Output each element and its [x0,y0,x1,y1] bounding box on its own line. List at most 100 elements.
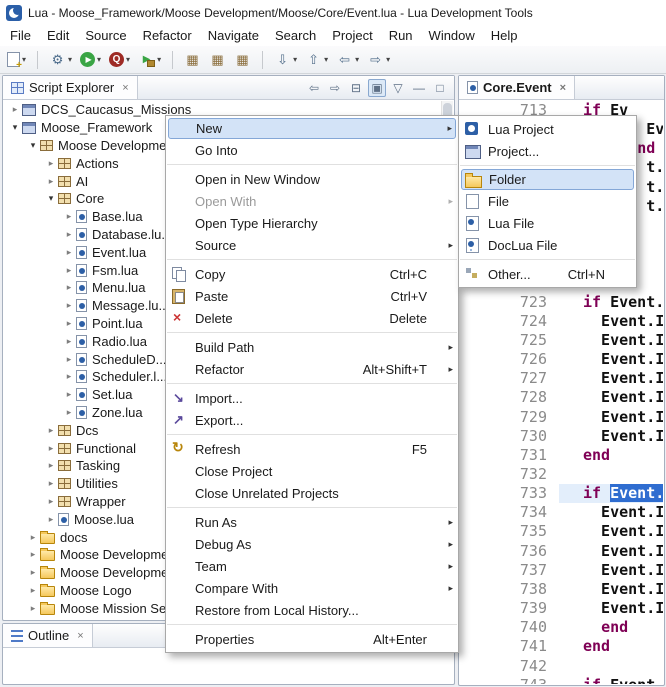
menu-item-open-in-new-window[interactable]: Open in New Window [166,168,458,190]
line-number[interactable]: 743 [460,676,559,684]
link-with-editor-icon[interactable]: ▣ [368,79,386,97]
back-icon[interactable]: ⇦ [305,79,323,97]
expanded-arrow-icon[interactable]: ▾ [44,193,58,204]
menubar-search[interactable]: Search [267,26,324,45]
previous-annotation-button[interactable]: ▾ [302,49,331,71]
menu-item-refactor[interactable]: RefactorAlt+Shift+T▸ [166,358,458,380]
line-number[interactable]: 741 [460,637,559,656]
collapsed-arrow-icon[interactable]: ▸ [44,176,58,187]
collapsed-arrow-icon[interactable]: ▸ [44,496,58,507]
forward-button[interactable]: ▾ [364,49,393,71]
expanded-arrow-icon[interactable]: ▾ [26,140,40,151]
submenu-item-project[interactable]: Project... [459,140,636,162]
editor-line[interactable]: Event.I [559,350,663,369]
close-icon[interactable]: × [77,630,83,642]
menubar-navigate[interactable]: Navigate [200,26,267,45]
editor-line[interactable]: Event.I [559,503,663,522]
coverage-dropdown-icon[interactable]: ▾ [126,55,130,64]
menu-item-close-project[interactable]: Close Project [166,460,458,482]
menu-item-import[interactable]: Import... [166,387,458,409]
menubar-edit[interactable]: Edit [39,26,77,45]
editor-line[interactable]: if Event. [559,484,663,503]
close-icon[interactable]: × [122,82,128,94]
menubar-window[interactable]: Window [421,26,483,45]
tab-core-event[interactable]: Core.Event × [459,76,575,99]
menu-item-restore-from-local-history[interactable]: Restore from Local History... [166,599,458,621]
menu-item-copy[interactable]: CopyCtrl+C [166,263,458,285]
collapsed-arrow-icon[interactable]: ▸ [62,407,76,418]
editor-line[interactable]: Event.I [559,427,663,446]
line-number[interactable]: 734 [460,503,559,522]
debug-button[interactable]: ▾ [46,49,75,71]
line-number[interactable]: 733 [460,484,559,503]
menu-item-team[interactable]: Team▸ [166,555,458,577]
line-number[interactable]: 728 [460,388,559,407]
editor-line[interactable]: if Event. [559,293,663,312]
submenu-item-doclua-file[interactable]: DocLua File [459,234,636,256]
menubar-refactor[interactable]: Refactor [135,26,200,45]
line-number[interactable]: 731 [460,446,559,465]
line-number[interactable]: 732 [460,465,559,484]
menubar-project[interactable]: Project [324,26,380,45]
collapsed-arrow-icon[interactable]: ▸ [62,211,76,222]
line-number[interactable]: 727 [460,369,559,388]
tab-outline[interactable]: Outline × [3,624,93,647]
collapsed-arrow-icon[interactable]: ▸ [62,389,76,400]
menu-item-run-as[interactable]: Run As▸ [166,511,458,533]
line-number[interactable]: 737 [460,561,559,580]
menu-item-close-unrelated-projects[interactable]: Close Unrelated Projects [166,482,458,504]
previous-annotation-dropdown-icon[interactable]: ▾ [324,55,328,64]
editor-line[interactable]: Event.I [559,542,663,561]
menu-item-delete[interactable]: DeleteDelete [166,307,458,329]
line-number[interactable]: 729 [460,408,559,427]
editor-line[interactable]: Event.I [559,599,663,618]
editor-line[interactable]: end [559,637,663,656]
menubar-source[interactable]: Source [77,26,134,45]
collapsed-arrow-icon[interactable]: ▸ [26,585,40,596]
editor-line[interactable]: Event.I [559,561,663,580]
line-number[interactable]: 735 [460,522,559,541]
collapsed-arrow-icon[interactable]: ▸ [26,549,40,560]
back-button[interactable]: ▾ [333,49,362,71]
line-number[interactable]: 723 [460,293,559,312]
editor-line[interactable]: Event.I [559,522,663,541]
back-dropdown-icon[interactable]: ▾ [355,55,359,64]
table-view-1-button[interactable] [181,49,204,71]
editor-line[interactable] [559,465,663,484]
maximize-icon[interactable]: □ [431,79,449,97]
collapsed-arrow-icon[interactable]: ▸ [62,282,76,293]
collapsed-arrow-icon[interactable]: ▸ [62,265,76,276]
menubar-help[interactable]: Help [483,26,526,45]
run-dropdown-icon[interactable]: ▾ [97,55,101,64]
editor-line[interactable]: if Event.ta [559,676,663,684]
line-number[interactable]: 740 [460,618,559,637]
editor-line[interactable] [559,657,663,676]
collapsed-arrow-icon[interactable]: ▸ [44,443,58,454]
menu-item-paste[interactable]: PasteCtrl+V [166,285,458,307]
submenu-item-other[interactable]: Other...Ctrl+N [459,263,636,285]
menu-item-build-path[interactable]: Build Path▸ [166,336,458,358]
editor-line[interactable]: end [559,446,663,465]
collapsed-arrow-icon[interactable]: ▸ [62,247,76,258]
line-number[interactable]: 742 [460,657,559,676]
collapsed-arrow-icon[interactable]: ▸ [62,336,76,347]
minimize-icon[interactable]: — [410,79,428,97]
next-annotation-button[interactable]: ▾ [271,49,300,71]
collapsed-arrow-icon[interactable]: ▸ [62,318,76,329]
collapsed-arrow-icon[interactable]: ▸ [26,603,40,614]
line-number[interactable]: 738 [460,580,559,599]
collapsed-arrow-icon[interactable]: ▸ [44,478,58,489]
collapsed-arrow-icon[interactable]: ▸ [62,300,76,311]
table-view-3-button[interactable] [231,49,254,71]
collapsed-arrow-icon[interactable]: ▸ [44,425,58,436]
view-menu-icon[interactable]: ▽ [389,79,407,97]
tab-script-explorer[interactable]: Script Explorer × [3,76,138,99]
collapsed-arrow-icon[interactable]: ▸ [8,104,22,115]
collapsed-arrow-icon[interactable]: ▸ [26,567,40,578]
external-tools-button[interactable]: ▾ [135,49,164,71]
editor-line[interactable]: Event.I [559,580,663,599]
menu-item-open-with[interactable]: Open With▸ [166,190,458,212]
collapsed-arrow-icon[interactable]: ▸ [44,514,58,525]
editor-line[interactable]: Event.I [559,312,663,331]
submenu-item-folder[interactable]: Folder [461,169,634,190]
